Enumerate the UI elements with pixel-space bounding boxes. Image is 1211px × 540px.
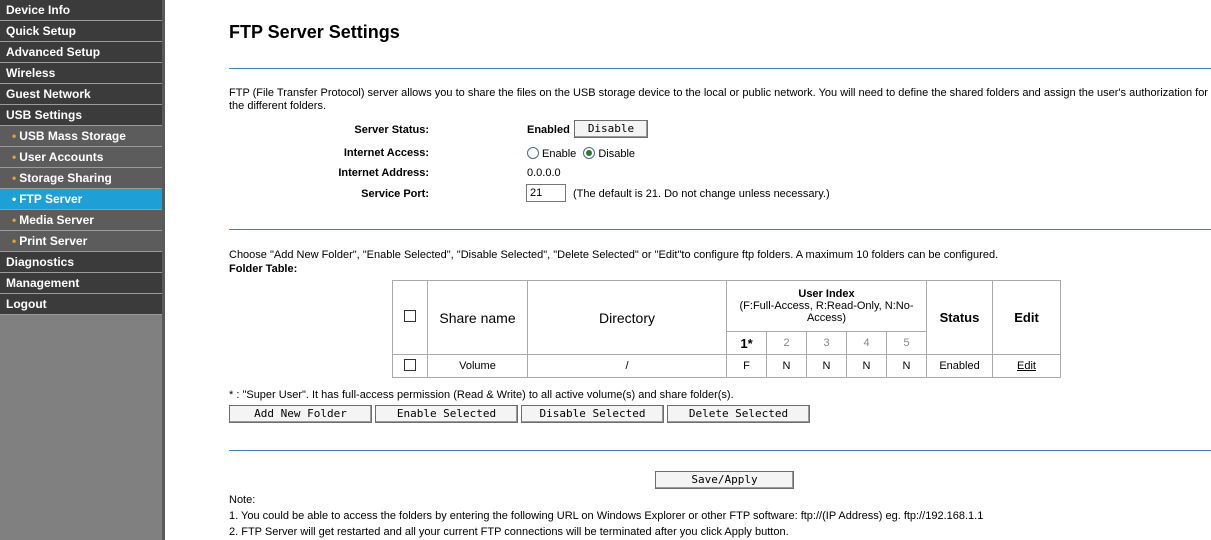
user-number-4: 4: [846, 331, 887, 355]
row-user-2: N: [766, 354, 807, 378]
internet-access-label: Internet Access:: [343, 147, 429, 159]
directory-header: Directory: [527, 280, 727, 355]
table-header-row: Share name Directory User Index (F:Full-…: [392, 280, 1061, 355]
sidebar-item-user-accounts[interactable]: • User Accounts: [0, 147, 162, 168]
sidebar-item-diagnostics[interactable]: Diagnostics: [0, 252, 162, 273]
sidebar-item-label: Diagnostics: [6, 255, 75, 269]
row-user-3: N: [806, 354, 847, 378]
user-number-2: 2: [766, 331, 807, 355]
folder-instructions: Choose "Add New Folder", "Enable Selecte…: [229, 249, 999, 261]
sidebar-item-device-info[interactable]: Device Info: [0, 0, 162, 21]
user-number-1: 1*: [726, 331, 767, 355]
bullet-icon: •: [12, 129, 17, 143]
note-line-2: 2. FTP Server will get restarted and all…: [229, 526, 789, 538]
sidebar-item-label: USB Mass Storage: [19, 129, 126, 143]
bullet-icon: •: [12, 171, 17, 185]
sidebar-item-advanced-setup[interactable]: Advanced Setup: [0, 42, 162, 63]
sidebar-item-label: User Accounts: [19, 150, 104, 164]
row-user-1: F: [726, 354, 767, 378]
save-apply-button[interactable]: Save/Apply: [655, 471, 794, 489]
edit-header: Edit: [992, 280, 1061, 355]
table-row: Volume / F N N N N Enabled Edit: [392, 354, 1061, 378]
sidebar-item-storage-sharing[interactable]: • Storage Sharing: [0, 168, 162, 189]
sidebar: Device Info Quick Setup Advanced Setup W…: [0, 0, 165, 540]
internet-address-label: Internet Address:: [338, 167, 429, 179]
internet-access-options: Enable Disable: [527, 147, 635, 160]
sidebar-item-label: Device Info: [6, 3, 71, 17]
folder-table: Share name Directory User Index (F:Full-…: [392, 280, 1061, 378]
sidebar-item-guest-network[interactable]: Guest Network: [0, 84, 162, 105]
bullet-icon: •: [12, 234, 17, 248]
sidebar-item-print-server[interactable]: • Print Server: [0, 231, 162, 252]
note-line-1: 1. You could be able to access the folde…: [229, 510, 984, 522]
disable-option-label: Disable: [598, 148, 636, 160]
row-directory: /: [527, 354, 727, 378]
row-status: Enabled: [926, 354, 993, 378]
row-edit-cell: Edit: [992, 354, 1061, 378]
sidebar-item-label: Print Server: [19, 234, 88, 248]
sidebar-item-label: Media Server: [19, 213, 94, 227]
select-all-cell: [392, 280, 428, 355]
internet-access-enable-radio[interactable]: [527, 147, 539, 159]
sidebar-item-label: Quick Setup: [6, 24, 77, 38]
sidebar-nav: Device Info Quick Setup Advanced Setup W…: [0, 0, 162, 315]
sidebar-item-media-server[interactable]: • Media Server: [0, 210, 162, 231]
sidebar-item-logout[interactable]: Logout: [0, 294, 162, 315]
sidebar-item-label: Logout: [6, 297, 47, 311]
folder-table-label: Folder Table:: [229, 263, 298, 275]
sidebar-item-label: Advanced Setup: [6, 45, 101, 59]
sidebar-item-quick-setup[interactable]: Quick Setup: [0, 21, 162, 42]
internet-address-value: 0.0.0.0: [527, 167, 561, 179]
bullet-icon: •: [12, 192, 17, 206]
enable-selected-button[interactable]: Enable Selected: [375, 405, 518, 423]
page-title: FTP Server Settings: [229, 22, 400, 42]
row-select-cell: [392, 354, 428, 378]
service-port-label: Service Port:: [361, 188, 429, 200]
row-user-5: N: [886, 354, 927, 378]
row-checkbox[interactable]: [404, 358, 416, 371]
divider: [229, 229, 1211, 230]
user-index-header: User Index (F:Full-Access, R:Read-Only, …: [726, 280, 927, 332]
sidebar-item-label: Management: [6, 276, 80, 290]
internet-access-disable-radio[interactable]: [583, 147, 596, 159]
page-description: FTP (File Transfer Protocol) server allo…: [229, 87, 1208, 112]
user-number-3: 3: [806, 331, 847, 355]
user-index-title: User Index: [798, 288, 855, 300]
status-header: Status: [926, 280, 993, 355]
bullet-icon: •: [12, 213, 17, 227]
sidebar-item-label: Wireless: [6, 66, 56, 80]
server-status-label: Server Status:: [354, 124, 429, 136]
note-title: Note:: [229, 494, 256, 506]
delete-selected-button[interactable]: Delete Selected: [667, 405, 810, 423]
user-index-legend: (F:Full-Access, R:Read-Only, N:No-Access…: [739, 300, 914, 324]
sidebar-item-ftp-server[interactable]: • FTP Server: [0, 189, 162, 210]
enable-option-label: Enable: [542, 148, 577, 160]
service-port-hint: (The default is 21. Do not change unless…: [573, 188, 830, 200]
sidebar-item-wireless[interactable]: Wireless: [0, 63, 162, 84]
sidebar-item-usb-settings[interactable]: USB Settings: [0, 105, 162, 126]
sidebar-item-usb-mass-storage[interactable]: • USB Mass Storage: [0, 126, 162, 147]
server-status-value: Enabled: [527, 124, 570, 136]
row-user-4: N: [846, 354, 887, 378]
disable-selected-button[interactable]: Disable Selected: [521, 405, 664, 423]
user-number-5: 5: [886, 331, 927, 355]
sidebar-item-label: Guest Network: [6, 87, 91, 101]
sidebar-item-label: FTP Server: [19, 192, 83, 206]
edit-link[interactable]: Edit: [1017, 360, 1036, 372]
select-all-checkbox[interactable]: [404, 310, 416, 322]
sidebar-item-management[interactable]: Management: [0, 273, 162, 294]
disable-server-button[interactable]: Disable: [574, 120, 648, 138]
bullet-icon: •: [12, 150, 17, 164]
sidebar-item-label: USB Settings: [6, 108, 83, 122]
sidebar-item-label: Storage Sharing: [19, 171, 112, 185]
divider: [229, 68, 1211, 69]
service-port-input[interactable]: [526, 184, 566, 202]
super-user-note: * : "Super User". It has full-access per…: [229, 389, 734, 401]
main-content: FTP Server Settings FTP (File Transfer P…: [229, 0, 1211, 540]
add-new-folder-button[interactable]: Add New Folder: [229, 405, 372, 423]
divider: [229, 450, 1211, 451]
row-share-name: Volume: [427, 354, 528, 378]
share-name-header: Share name: [427, 280, 528, 355]
